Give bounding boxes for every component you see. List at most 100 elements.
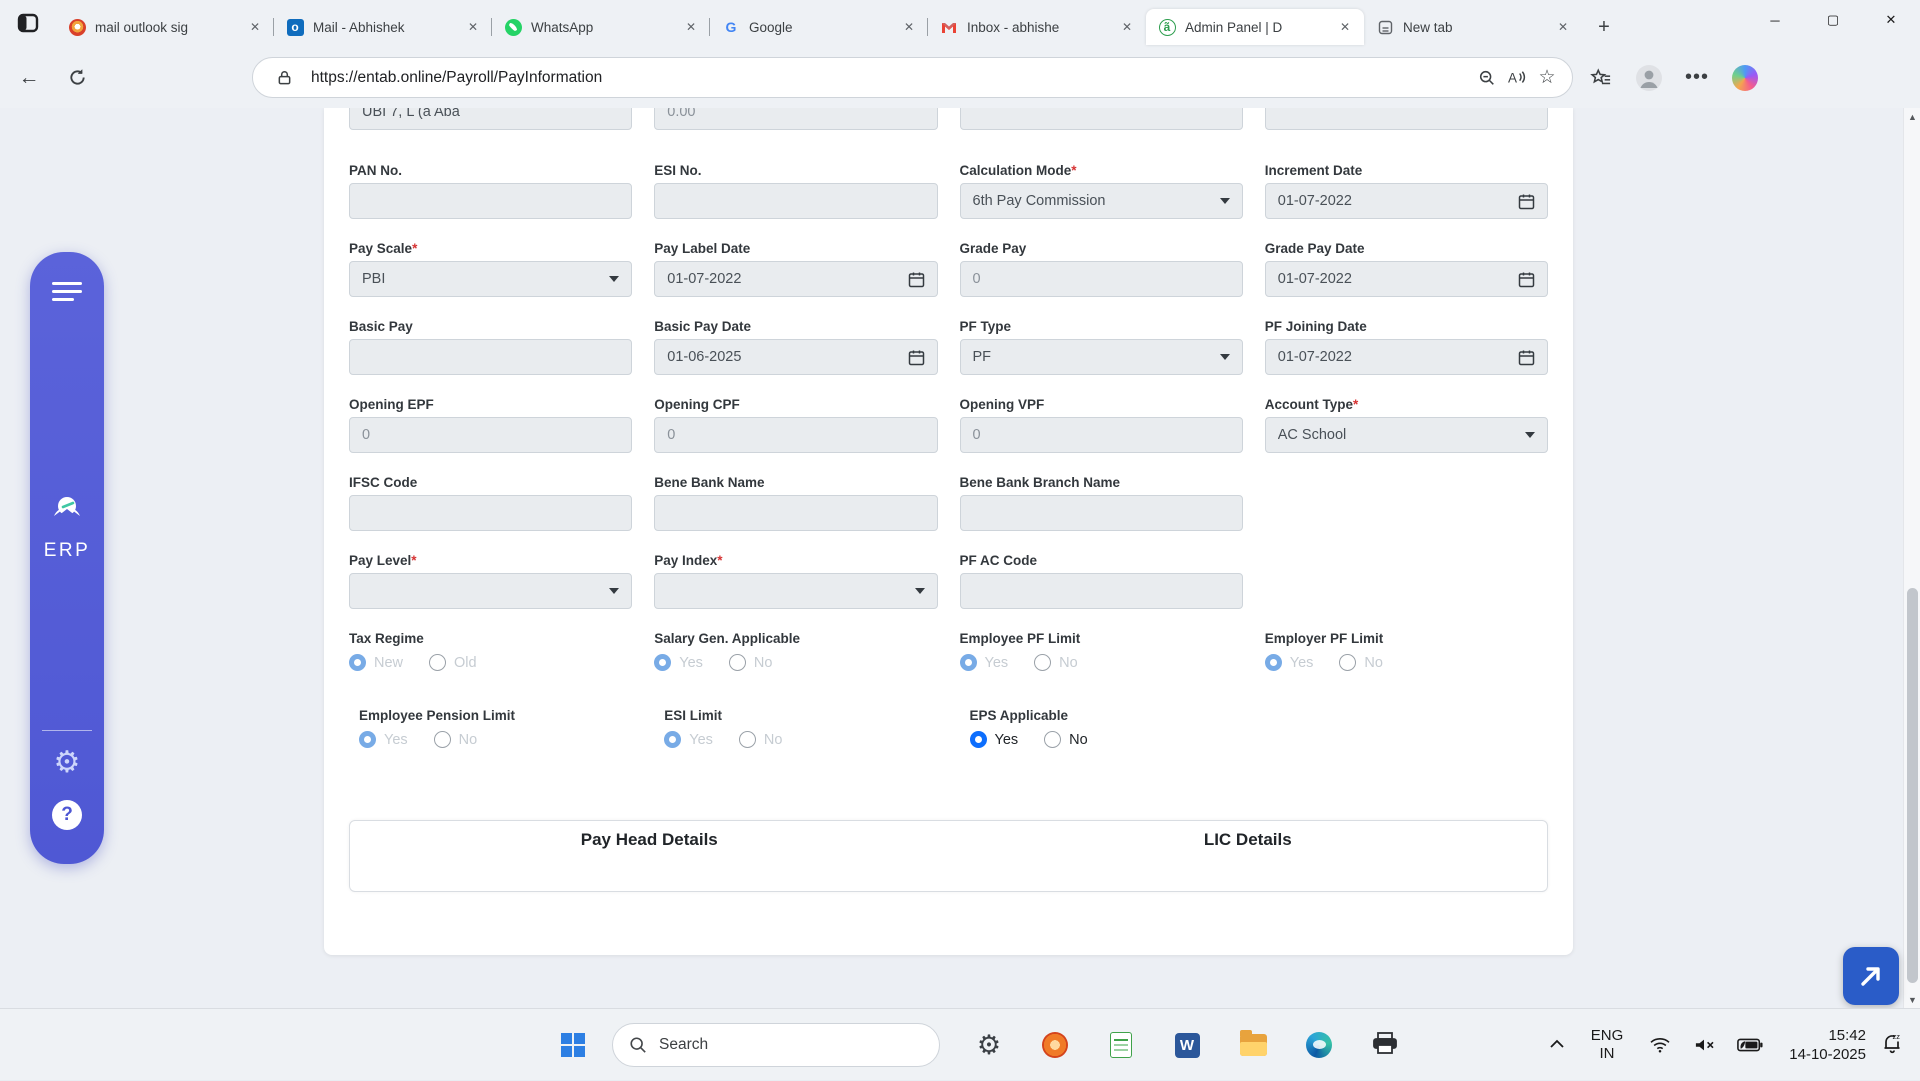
radio-salary-gen-applicable-no[interactable]: No bbox=[729, 654, 773, 671]
page-scrollbar[interactable]: ▲ ▼ bbox=[1903, 108, 1920, 1008]
radio-button-icon[interactable] bbox=[960, 654, 977, 671]
clock[interactable]: 15:42 14-10-2025 bbox=[1789, 1026, 1866, 1064]
calendar-icon[interactable] bbox=[1518, 193, 1535, 210]
calendar-icon[interactable] bbox=[908, 349, 925, 366]
radio-button-icon[interactable] bbox=[654, 654, 671, 671]
browser-tab-admin-panel-d[interactable]: ãAdmin Panel | D✕ bbox=[1146, 9, 1364, 45]
clipped-top-input[interactable]: 0.00 bbox=[654, 108, 937, 130]
close-button[interactable]: ✕ bbox=[1862, 0, 1920, 40]
zoom-out-icon[interactable] bbox=[1472, 63, 1502, 93]
pf-ac-code-input[interactable] bbox=[960, 573, 1243, 609]
radio-salary-gen-applicable-yes[interactable]: Yes bbox=[654, 654, 703, 671]
sidebar-settings-icon[interactable]: ⚙ bbox=[54, 748, 81, 778]
taskbar-edge-icon[interactable] bbox=[1295, 1021, 1343, 1069]
clipped-top-input[interactable] bbox=[1265, 108, 1548, 130]
radio-button-icon[interactable] bbox=[739, 731, 756, 748]
pf-joining-date-date-input[interactable]: 01-07-2022 bbox=[1265, 339, 1548, 375]
radio-button-icon[interactable] bbox=[434, 731, 451, 748]
radio-esi-limit-yes[interactable]: Yes bbox=[664, 731, 713, 748]
radio-eps-applicable-no[interactable]: No bbox=[1044, 731, 1088, 748]
clipped-top-input[interactable]: UBI 7, L (a Aba bbox=[349, 108, 632, 130]
scroll-up-icon[interactable]: ▲ bbox=[1904, 108, 1920, 125]
taskbar-file-explorer-icon[interactable] bbox=[1229, 1021, 1277, 1069]
favorite-star-icon[interactable]: ☆ bbox=[1532, 63, 1562, 93]
bene-bank-name-input[interactable] bbox=[654, 495, 937, 531]
menu-hamburger-icon[interactable] bbox=[52, 282, 82, 301]
increment-date-date-input[interactable]: 01-07-2022 bbox=[1265, 183, 1548, 219]
start-button[interactable] bbox=[549, 1021, 597, 1069]
basic-pay-date-date-input[interactable]: 01-06-2025 bbox=[654, 339, 937, 375]
grade-pay-input[interactable]: 0 bbox=[960, 261, 1243, 297]
copilot-icon[interactable] bbox=[1728, 61, 1762, 95]
radio-button-icon[interactable] bbox=[429, 654, 446, 671]
profile-avatar[interactable] bbox=[1632, 61, 1666, 95]
wifi-icon[interactable] bbox=[1649, 1036, 1671, 1054]
radio-esi-limit-no[interactable]: No bbox=[739, 731, 783, 748]
pay-index-select[interactable] bbox=[654, 573, 937, 609]
tab-close-icon[interactable]: ✕ bbox=[900, 18, 918, 36]
radio-eps-applicable-yes[interactable]: Yes bbox=[970, 731, 1019, 748]
url-text[interactable]: https://entab.online/Payroll/PayInformat… bbox=[311, 69, 1472, 87]
tab-close-icon[interactable]: ✕ bbox=[1118, 18, 1136, 36]
browser-tab-mail-abhishek[interactable]: oMail - Abhishek✕ bbox=[274, 9, 492, 45]
floating-action-button[interactable] bbox=[1843, 947, 1899, 1005]
address-bar[interactable]: https://entab.online/Payroll/PayInformat… bbox=[252, 57, 1573, 98]
taskbar-printer-icon[interactable] bbox=[1361, 1021, 1409, 1069]
radio-employee-pension-limit-yes[interactable]: Yes bbox=[359, 731, 408, 748]
pf-type-select[interactable]: PF bbox=[960, 339, 1243, 375]
basic-pay-input[interactable] bbox=[349, 339, 632, 375]
radio-employee-pf-limit-yes[interactable]: Yes bbox=[960, 654, 1009, 671]
sidebar-help-icon[interactable]: ? bbox=[52, 800, 82, 830]
tab-close-icon[interactable]: ✕ bbox=[1336, 18, 1354, 36]
grade-pay-date-date-input[interactable]: 01-07-2022 bbox=[1265, 261, 1548, 297]
notification-bell-dnd-icon[interactable]: zz bbox=[1880, 1031, 1904, 1060]
tab-close-icon[interactable]: ✕ bbox=[246, 18, 264, 36]
calculation-mode-select[interactable]: 6th Pay Commission bbox=[960, 183, 1243, 219]
tray-chevron-up-icon[interactable] bbox=[1549, 1036, 1565, 1054]
tab-close-icon[interactable]: ✕ bbox=[682, 18, 700, 36]
reload-button[interactable] bbox=[60, 61, 94, 95]
taskbar-settings-gear-icon[interactable]: ⚙ bbox=[965, 1021, 1013, 1069]
back-button[interactable]: ← bbox=[12, 61, 46, 95]
read-aloud-icon[interactable]: A bbox=[1502, 63, 1532, 93]
browser-tab-new-tab[interactable]: New tab✕ bbox=[1364, 9, 1582, 45]
minimize-button[interactable]: ─ bbox=[1746, 0, 1804, 40]
opening-vpf-input[interactable]: 0 bbox=[960, 417, 1243, 453]
browser-tab-mail-outlook-sig[interactable]: mail outlook sig✕ bbox=[56, 9, 274, 45]
browser-tab-whatsapp[interactable]: WhatsApp✕ bbox=[492, 9, 710, 45]
taskbar-notepad-icon[interactable] bbox=[1097, 1021, 1145, 1069]
radio-tax-regime-old[interactable]: Old bbox=[429, 654, 477, 671]
taskbar-word-icon[interactable]: W bbox=[1163, 1021, 1211, 1069]
tab-actions-menu-icon[interactable] bbox=[14, 9, 42, 37]
settings-more-icon[interactable]: ••• bbox=[1680, 61, 1714, 95]
battery-saver-icon[interactable] bbox=[1737, 1037, 1763, 1053]
calendar-icon[interactable] bbox=[908, 271, 925, 288]
calendar-icon[interactable] bbox=[1518, 349, 1535, 366]
erp-logo-icon[interactable] bbox=[50, 494, 84, 524]
taskbar-search[interactable]: Search bbox=[612, 1023, 940, 1067]
account-type-select[interactable]: AC School bbox=[1265, 417, 1548, 453]
tab-close-icon[interactable]: ✕ bbox=[1554, 18, 1572, 36]
radio-tax-regime-new[interactable]: New bbox=[349, 654, 403, 671]
ifsc-code-input[interactable] bbox=[349, 495, 632, 531]
tab-close-icon[interactable]: ✕ bbox=[464, 18, 482, 36]
radio-button-icon[interactable] bbox=[1265, 654, 1282, 671]
opening-cpf-input[interactable]: 0 bbox=[654, 417, 937, 453]
radio-button-icon[interactable] bbox=[729, 654, 746, 671]
browser-tab-inbox-abhishe[interactable]: Inbox - abhishe✕ bbox=[928, 9, 1146, 45]
favorites-bar-icon[interactable] bbox=[1584, 61, 1618, 95]
volume-muted-icon[interactable] bbox=[1693, 1036, 1715, 1054]
pay-scale-select[interactable]: PBI bbox=[349, 261, 632, 297]
clipped-top-input[interactable] bbox=[960, 108, 1243, 130]
calendar-icon[interactable] bbox=[1518, 271, 1535, 288]
pan-no--input[interactable] bbox=[349, 183, 632, 219]
radio-button-icon[interactable] bbox=[970, 731, 987, 748]
language-indicator[interactable]: ENGIN bbox=[1591, 1027, 1624, 1063]
radio-button-icon[interactable] bbox=[359, 731, 376, 748]
radio-employee-pf-limit-no[interactable]: No bbox=[1034, 654, 1078, 671]
maximize-button[interactable]: ▢ bbox=[1804, 0, 1862, 40]
radio-button-icon[interactable] bbox=[1044, 731, 1061, 748]
browser-tab-google[interactable]: GGoogle✕ bbox=[710, 9, 928, 45]
radio-employee-pension-limit-no[interactable]: No bbox=[434, 731, 478, 748]
radio-button-icon[interactable] bbox=[664, 731, 681, 748]
